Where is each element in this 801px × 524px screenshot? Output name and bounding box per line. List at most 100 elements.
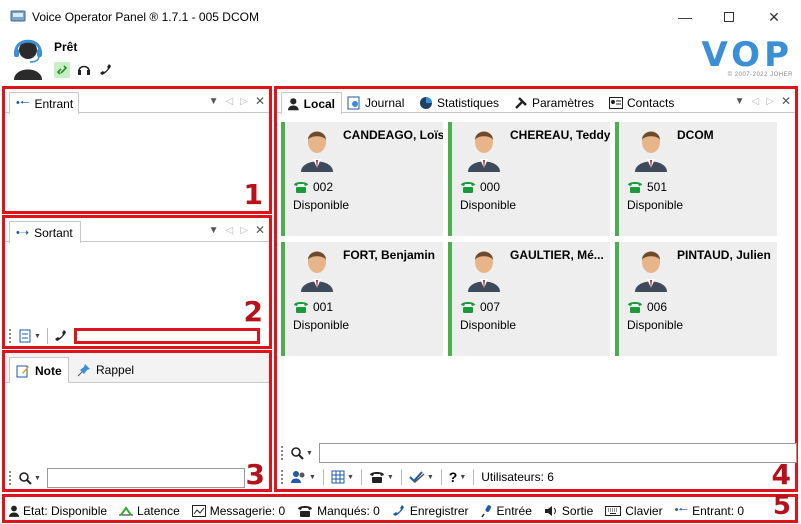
chevron-down-icon: ▼: [386, 473, 394, 481]
notes-search-input[interactable]: [46, 468, 245, 488]
dial-number-input[interactable]: [73, 328, 260, 344]
dropdown-icon[interactable]: ▼: [735, 96, 745, 107]
logo-text: VOP: [701, 35, 793, 75]
latency-icon: [119, 505, 134, 516]
add-user-button[interactable]: ▼: [291, 470, 316, 484]
contact-card[interactable]: GAULTIER, Mé... 007 Disponible: [448, 242, 610, 356]
window-title: Voice Operator Panel ® 1.7.1 - 005 DCOM: [32, 10, 259, 24]
close-panel-icon[interactable]: ✕: [255, 94, 265, 108]
tab-reminder-label: Rappel: [96, 363, 135, 377]
maximize-button[interactable]: [707, 4, 751, 30]
status-keyboard[interactable]: Clavier: [605, 504, 663, 518]
close-button[interactable]: ✕: [752, 4, 796, 30]
voicemail-icon: [191, 504, 206, 517]
toolbar-separator: [473, 469, 475, 485]
status-state[interactable]: Etat: Disponible: [9, 504, 107, 518]
tab-statistics-label: Statistiques: [437, 96, 500, 110]
tab-reminder[interactable]: Rappel: [77, 363, 134, 377]
operator-avatar-icon[interactable]: [10, 36, 46, 80]
contact-card[interactable]: CHEREAU, Teddy 000 Disponible: [448, 122, 610, 236]
phone-filter-button[interactable]: ▼: [369, 471, 394, 483]
toolbar-grip[interactable]: [9, 471, 12, 485]
tab-settings[interactable]: Paramètres: [514, 96, 594, 110]
pie-chart-icon: [420, 97, 432, 109]
dialpad-button[interactable]: ▼: [18, 329, 41, 343]
contact-extension: 006: [627, 300, 667, 314]
tab-contacts-label: Contacts: [627, 96, 675, 110]
minimize-button[interactable]: —: [663, 4, 707, 30]
contact-avatar-icon: [468, 251, 500, 292]
status-output[interactable]: Sortie: [544, 504, 593, 518]
operator-status[interactable]: Prêt: [54, 40, 77, 54]
contact-status: Disponible: [293, 198, 350, 212]
status-missed-label: Manqués: 0: [317, 503, 380, 518]
phone-green-icon: [628, 302, 642, 313]
outgoing-tabstrip: •➝ Sortant ▼ ◁ ▷ ✕: [5, 218, 269, 243]
status-latency[interactable]: Latence: [119, 504, 180, 518]
contact-status: Disponible: [460, 198, 517, 212]
speaker-icon: [544, 505, 556, 516]
dial-button[interactable]: [54, 329, 68, 343]
toolbar-grip[interactable]: [281, 446, 284, 460]
check-filter-button[interactable]: ▼: [409, 470, 434, 484]
tab-statistics[interactable]: Statistiques: [419, 96, 499, 110]
contact-extension-number: 001: [313, 300, 334, 314]
close-icon: ✕: [768, 8, 780, 25]
dropdown-icon[interactable]: ▼: [209, 225, 219, 236]
scroll-left-icon[interactable]: ◁: [226, 96, 234, 107]
scroll-right-icon[interactable]: ▷: [240, 96, 248, 107]
contact-name: FORT, Benjamin: [343, 248, 436, 262]
tab-outgoing-label: Sortant: [34, 225, 73, 240]
contact-avatar-icon: [301, 131, 333, 172]
status-input[interactable]: Entrée: [480, 504, 532, 518]
tab-contacts[interactable]: Contacts: [609, 96, 674, 110]
status-incoming[interactable]: •🠐 Entrant: 0: [675, 501, 745, 520]
tab-incoming-label: Entrant: [34, 96, 74, 111]
dropdown-icon[interactable]: ▼: [209, 96, 219, 107]
toolbar-grip[interactable]: [9, 329, 12, 343]
status-voicemail[interactable]: Messagerie: 0: [191, 503, 286, 518]
contacts-search-input[interactable]: [318, 443, 797, 463]
search-button[interactable]: ▼: [18, 471, 41, 485]
tab-journal[interactable]: Journal: [347, 96, 404, 110]
contact-name: PINTAUD, Julien: [677, 248, 771, 262]
scroll-left-icon[interactable]: ◁: [752, 96, 760, 107]
headset-icon[interactable]: [76, 62, 92, 78]
status-missed[interactable]: Manqués: 0: [297, 504, 380, 518]
search-icon: [291, 447, 304, 460]
status-voicemail-label: Messagerie: 0: [209, 503, 286, 518]
help-button[interactable]: ? ▼: [449, 469, 467, 485]
contact-extension-number: 501: [647, 180, 668, 194]
tab-local[interactable]: Local: [281, 92, 342, 114]
contact-name: CANDEAGO, Loïs: [343, 128, 443, 142]
main-tab-controls: ▼ ◁ ▷ ✕: [735, 94, 791, 108]
contact-card[interactable]: CANDEAGO, Loïs 002 Disponible: [281, 122, 443, 236]
phone-icon[interactable]: [98, 62, 114, 78]
users-count: Utilisateurs: 6: [481, 470, 554, 484]
toolbar-grip[interactable]: [281, 470, 284, 484]
tab-note-label: Note: [35, 363, 62, 378]
contact-card[interactable]: FORT, Benjamin 001 Disponible: [281, 242, 443, 356]
link-icon[interactable]: [54, 62, 70, 78]
tab-note[interactable]: Note: [9, 357, 69, 383]
close-panel-icon[interactable]: ✕: [255, 223, 265, 237]
scroll-right-icon[interactable]: ▷: [240, 225, 248, 236]
tab-incoming[interactable]: •🠐 Entrant: [9, 92, 79, 114]
close-panel-icon[interactable]: ✕: [781, 94, 791, 108]
status-state-label: Etat: Disponible: [23, 503, 108, 518]
chevron-down-icon: ▼: [309, 473, 316, 481]
contact-card[interactable]: PINTAUD, Julien 006 Disponible: [615, 242, 777, 356]
incoming-call-icon: •🠐: [16, 97, 30, 109]
search-icon: [19, 472, 32, 485]
main-panel: Local Journal Statistiques Paramètres Co…: [274, 86, 798, 492]
scroll-right-icon[interactable]: ▷: [766, 96, 774, 107]
outgoing-call-icon: •➝: [16, 227, 30, 239]
tab-outgoing[interactable]: •➝ Sortant: [9, 221, 81, 243]
status-record[interactable]: Enregistrer: [392, 504, 469, 518]
contact-status: Disponible: [627, 198, 684, 212]
search-button[interactable]: ▼: [290, 446, 313, 460]
contact-card[interactable]: DCOM 501 Disponible: [615, 122, 777, 236]
panel-number-4: 4: [771, 458, 791, 491]
layout-button[interactable]: ▼: [331, 470, 354, 484]
scroll-left-icon[interactable]: ◁: [226, 225, 234, 236]
